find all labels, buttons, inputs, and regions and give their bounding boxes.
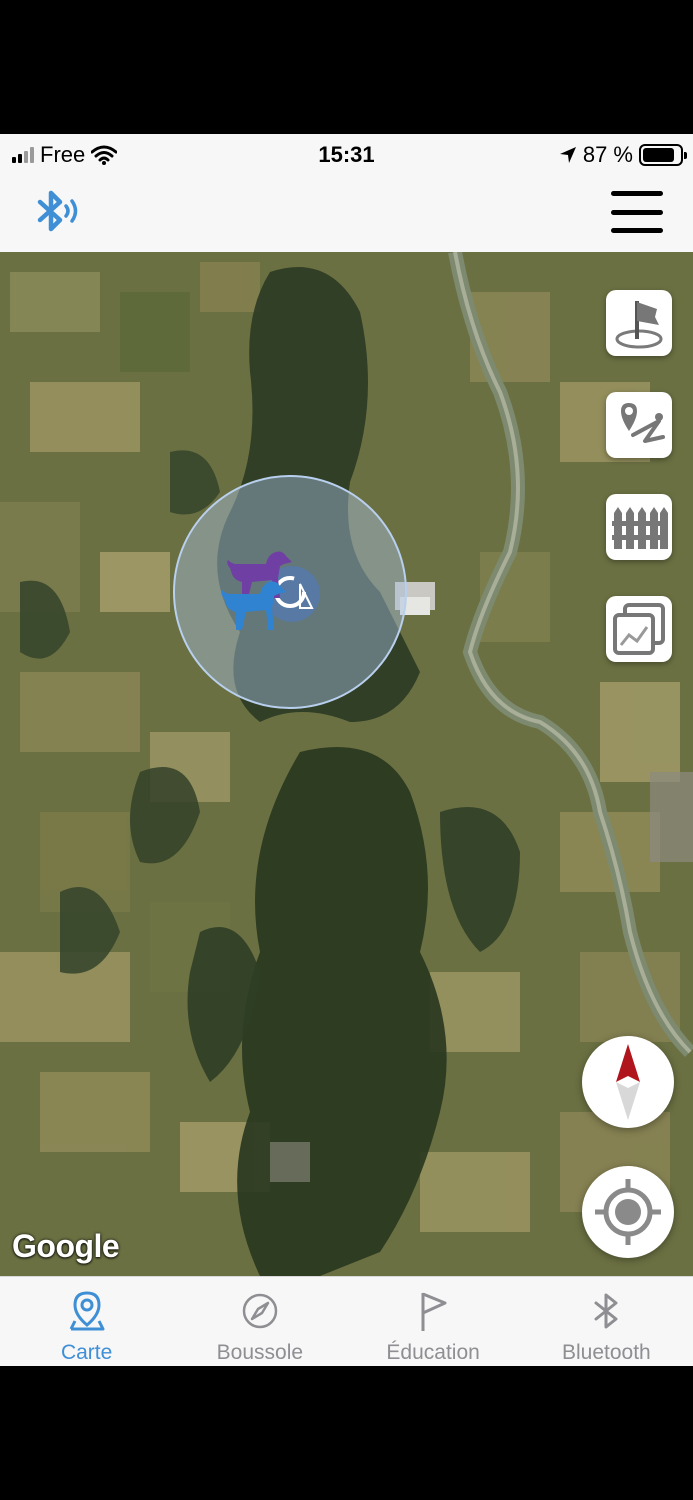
flag-pin-icon — [615, 301, 663, 349]
compass-button[interactable] — [582, 1036, 674, 1128]
google-attribution: Google — [12, 1228, 120, 1264]
tab-bluetooth[interactable]: Bluetooth — [520, 1277, 693, 1366]
fence-icon — [612, 507, 668, 549]
route-tool[interactable] — [606, 392, 672, 458]
signal-strength-icon — [12, 147, 34, 163]
bluetooth-signal-icon[interactable] — [30, 186, 84, 240]
battery-fill — [643, 148, 675, 162]
hamburger-menu-icon[interactable] — [611, 188, 663, 236]
status-right: 87 % — [559, 142, 687, 168]
status-bar: Free 15:31 87 % — [0, 134, 693, 174]
tab-label: Éducation — [386, 1341, 480, 1364]
app-header — [0, 174, 693, 252]
satellite-map[interactable]: Google — [0, 252, 693, 1276]
carrier-name: Free — [40, 142, 86, 167]
tab-carte[interactable]: Carte — [0, 1277, 173, 1366]
dog-marker-blue[interactable] — [216, 576, 288, 634]
map-layers-tool[interactable] — [606, 596, 672, 662]
status-left: Free — [12, 142, 118, 168]
flag-location-tool[interactable] — [606, 290, 672, 356]
route-path-icon — [621, 403, 665, 443]
tab-label: Boussole — [216, 1341, 304, 1364]
flag-icon — [421, 1292, 447, 1331]
location-arrow-icon — [559, 147, 576, 163]
compass-icon — [242, 1293, 278, 1329]
locate-me-button[interactable] — [582, 1166, 674, 1258]
top-black-bar — [0, 0, 693, 134]
battery-percent: 87 % — [582, 142, 633, 167]
satellite-imagery — [0, 252, 693, 1276]
map-pin-icon — [69, 1291, 105, 1331]
bluetooth-icon — [594, 1293, 618, 1329]
compass-needle-icon — [616, 1044, 640, 1120]
tab-bar: Carte Boussole Éducation Bluetooth — [0, 1276, 693, 1366]
bottom-black-bar — [0, 1366, 693, 1500]
tab-boussole[interactable]: Boussole — [173, 1277, 346, 1366]
tab-label: Carte — [60, 1341, 113, 1364]
tab-education[interactable]: Éducation — [347, 1277, 520, 1366]
layers-icon — [613, 603, 665, 655]
tab-label: Bluetooth — [562, 1341, 651, 1364]
fence-tool[interactable] — [606, 494, 672, 560]
wifi-icon — [91, 145, 118, 165]
locate-me-icon — [595, 1179, 661, 1245]
battery-icon — [639, 144, 687, 166]
